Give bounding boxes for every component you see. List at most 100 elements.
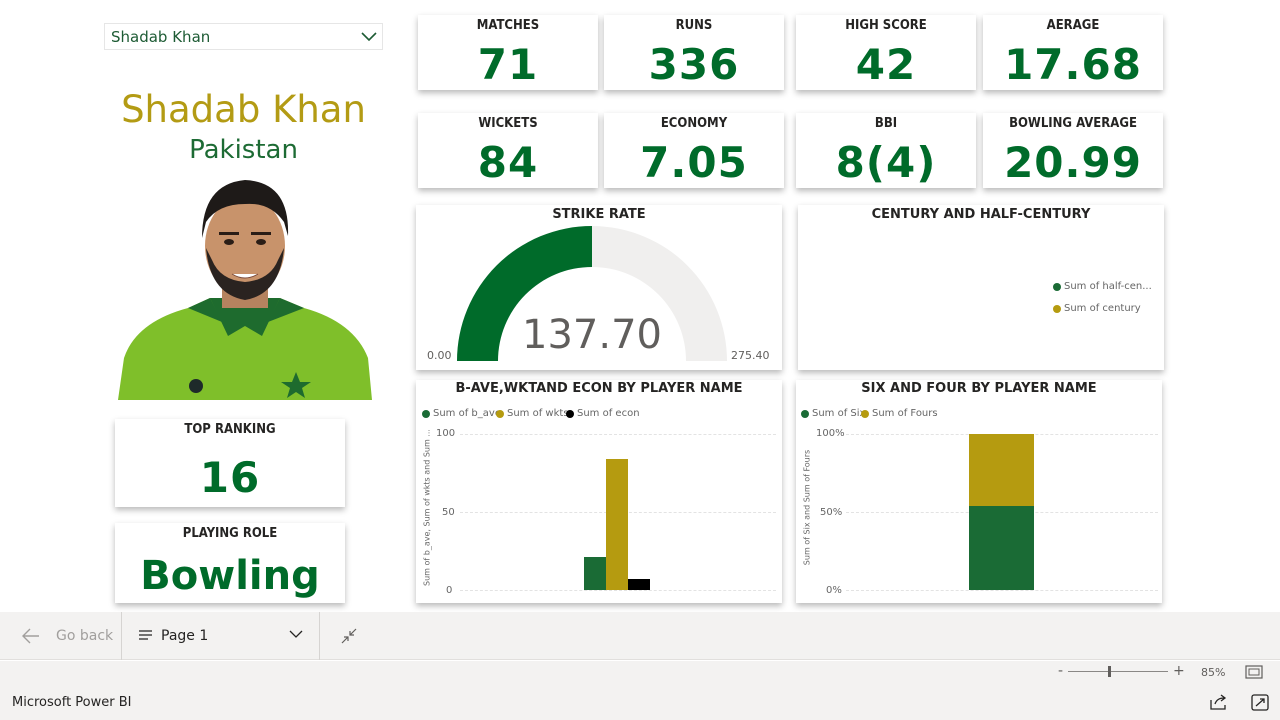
kpi-value: 7.05 bbox=[640, 138, 748, 187]
y-tick: 50 bbox=[442, 507, 455, 518]
bar-sum-of-econ[interactable] bbox=[628, 579, 650, 590]
bar-sum-of-six[interactable] bbox=[969, 505, 1034, 590]
gridline bbox=[846, 590, 1158, 591]
page-nav-bar: Go back Page 1 bbox=[0, 612, 1280, 660]
kpi-title: WICKETS bbox=[478, 116, 538, 131]
fullscreen-icon[interactable] bbox=[1251, 694, 1269, 711]
kpi-bowling-average: BOWLING AVERAGE 20.99 bbox=[983, 113, 1163, 188]
legend-label: Sum of Six bbox=[812, 408, 866, 419]
page-selector[interactable]: Page 1 bbox=[123, 612, 320, 660]
kpi-title: AERAGE bbox=[1046, 18, 1100, 33]
kpi-value: 20.99 bbox=[1004, 138, 1142, 187]
six-four-chart[interactable]: SIX AND FOUR BY PLAYER NAME Sum of Six S… bbox=[796, 380, 1162, 603]
chart-title: SIX AND FOUR BY PLAYER NAME bbox=[861, 381, 1097, 396]
kpi-high-score: HIGH SCORE 42 bbox=[796, 15, 976, 90]
app-bar: Microsoft Power BI bbox=[0, 685, 1280, 720]
legend-label: Sum of century bbox=[1064, 303, 1141, 314]
kpi-title: BBI bbox=[874, 116, 898, 131]
kpi-title: HIGH SCORE bbox=[845, 18, 927, 33]
go-back-label: Go back bbox=[56, 628, 114, 644]
collapse-icon[interactable] bbox=[341, 628, 357, 644]
legend-label: Sum of Fours bbox=[872, 408, 938, 419]
playing-role-card: PLAYING ROLE Bowling ... bbox=[115, 523, 345, 603]
kpi-value: 71 bbox=[477, 40, 539, 89]
century-chart[interactable]: CENTURY AND HALF-CENTURY Sum of half-cen… bbox=[798, 205, 1164, 370]
kpi-value: 17.68 bbox=[1004, 40, 1142, 89]
legend-six[interactable]: Sum of Six bbox=[801, 408, 865, 419]
gridline bbox=[460, 590, 776, 591]
legend-dot bbox=[861, 409, 869, 418]
legend-dot bbox=[1053, 304, 1061, 313]
zoom-slider-thumb[interactable] bbox=[1108, 666, 1111, 677]
kpi-runs: RUNS 336 bbox=[604, 15, 784, 90]
zoom-slider[interactable] bbox=[1068, 671, 1168, 672]
legend-dot bbox=[422, 409, 430, 418]
bar-sum-of-b-ave[interactable] bbox=[584, 557, 606, 590]
kpi-value: 8(4) bbox=[835, 138, 937, 187]
zoom-in-button[interactable]: + bbox=[1173, 663, 1185, 679]
top-ranking-value: 16 bbox=[199, 453, 261, 502]
player-country: Pakistan bbox=[189, 135, 298, 165]
legend-wkts[interactable]: Sum of wkts bbox=[496, 408, 569, 419]
y-tick: 50% bbox=[820, 507, 843, 518]
app-name: Microsoft Power BI bbox=[12, 695, 132, 710]
legend-dot bbox=[801, 409, 809, 418]
gauge-min: 0.00 bbox=[427, 349, 452, 362]
chevron-down-icon[interactable] bbox=[360, 31, 378, 43]
zoom-bar: - + 85% bbox=[0, 661, 1280, 685]
y-tick: 100 bbox=[436, 428, 456, 439]
kpi-title: MATCHES bbox=[476, 18, 540, 33]
strike-rate-gauge[interactable]: STRIKE RATE 137.70 0.00 275.40 bbox=[416, 205, 782, 370]
kpi-wickets: WICKETS 84 bbox=[418, 113, 598, 188]
zoom-out-button[interactable]: - bbox=[1058, 663, 1063, 679]
kpi-title: ECONOMY bbox=[660, 116, 728, 131]
fit-to-page-icon[interactable] bbox=[1245, 665, 1263, 679]
player-slicer[interactable]: Shadab Khan bbox=[104, 23, 383, 50]
legend-dot bbox=[496, 409, 504, 418]
zoom-level: 85% bbox=[1201, 666, 1226, 679]
legend-label: Sum of econ bbox=[577, 408, 640, 419]
legend-century[interactable]: Sum of century bbox=[1053, 303, 1141, 314]
top-ranking-title: TOP RANKING bbox=[184, 422, 276, 437]
kpi-bbi: BBI 8(4) bbox=[796, 113, 976, 188]
page-label: Page 1 bbox=[161, 628, 209, 644]
chevron-down-icon bbox=[289, 630, 303, 638]
gauge-max: 275.40 bbox=[731, 349, 770, 362]
legend-label: Sum of wkts bbox=[507, 408, 569, 419]
kpi-title: BOWLING AVERAGE bbox=[1009, 116, 1137, 131]
y-axis-label: Sum of b_ave, Sum of wkts and Sum ... bbox=[422, 429, 432, 586]
y-tick: 100% bbox=[816, 428, 845, 439]
kpi-value: 84 bbox=[477, 138, 539, 187]
player-name: Shadab Khan bbox=[121, 88, 366, 131]
y-axis-label: Sum of Six and Sum of Fours bbox=[802, 449, 812, 566]
kpi-value: 336 bbox=[648, 40, 740, 89]
gauge-value: 137.70 bbox=[522, 312, 662, 358]
bave-wkt-econ-chart[interactable]: B-AVE,WKTAND ECON BY PLAYER NAME Sum of … bbox=[416, 380, 782, 603]
legend-half-century[interactable]: Sum of half-cen... bbox=[1053, 281, 1152, 292]
legend-dot bbox=[566, 409, 574, 418]
legend-dot bbox=[1053, 282, 1061, 291]
y-tick: 0% bbox=[826, 585, 842, 596]
playing-role-value: Bowling ... bbox=[140, 553, 320, 603]
gridline bbox=[460, 434, 776, 435]
legend-b-ave[interactable]: Sum of b_ave bbox=[422, 408, 501, 419]
kpi-economy: ECONOMY 7.05 bbox=[604, 113, 784, 188]
legend-fours[interactable]: Sum of Fours bbox=[861, 408, 938, 419]
player-photo bbox=[118, 176, 372, 400]
kpi-value: 42 bbox=[855, 40, 917, 89]
kpi-matches: MATCHES 71 bbox=[418, 15, 598, 90]
kpi-title: RUNS bbox=[675, 18, 713, 33]
legend-label: Sum of b_ave bbox=[433, 408, 501, 419]
bar-sum-of-wkts[interactable] bbox=[606, 458, 628, 590]
kpi-average: AERAGE 17.68 bbox=[983, 15, 1163, 90]
share-icon[interactable] bbox=[1210, 694, 1228, 710]
slicer-selected-value: Shadab Khan bbox=[111, 28, 211, 46]
top-ranking-card: TOP RANKING 16 bbox=[115, 419, 345, 507]
bar-sum-of-fours[interactable] bbox=[969, 434, 1034, 506]
arrow-left-icon bbox=[22, 628, 39, 644]
legend-econ[interactable]: Sum of econ bbox=[566, 408, 640, 419]
century-chart-title: CENTURY AND HALF-CENTURY bbox=[871, 207, 1091, 222]
page-list-icon bbox=[139, 630, 152, 640]
chart-title: B-AVE,WKTAND ECON BY PLAYER NAME bbox=[455, 381, 743, 396]
go-back-button[interactable]: Go back bbox=[0, 612, 122, 660]
